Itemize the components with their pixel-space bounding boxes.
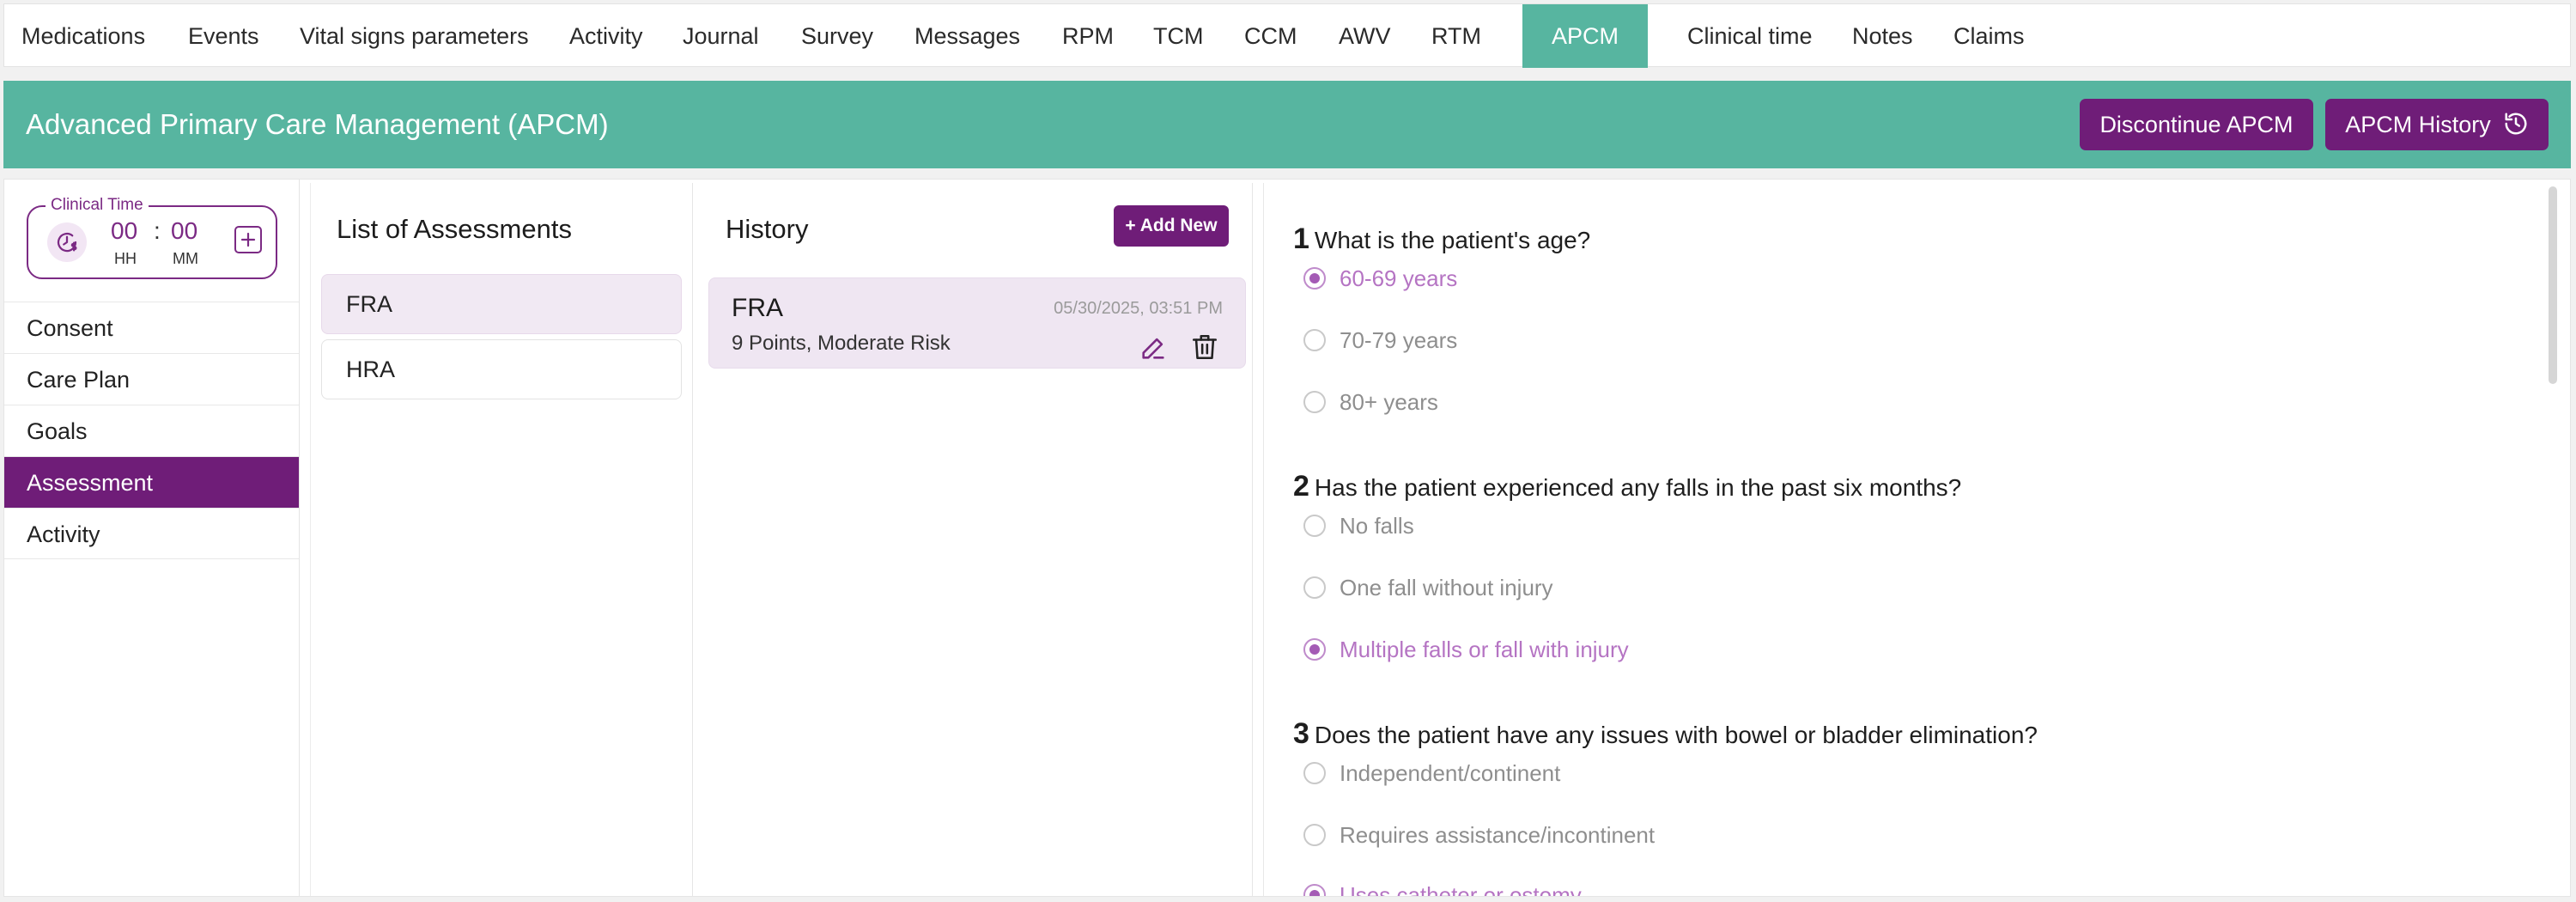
question-2: 2 Has the patient experienced any falls i… [1293,470,1961,503]
scrollbar[interactable] [2549,186,2557,384]
tab-awv[interactable]: AWV [1339,4,1391,68]
tab-vital-signs-parameters[interactable]: Vital signs parameters [300,4,529,68]
tab-apcm[interactable]: APCM [1522,4,1648,68]
questionnaire-panel: 1 What is the patient's age? 60-69 years … [1263,183,2568,896]
history-title: History [726,214,809,244]
apcm-history-button[interactable]: APCM History [2325,99,2549,150]
plus-icon [240,232,256,247]
page-title: Advanced Primary Care Management (APCM) [26,108,609,140]
sidebar-item-consent[interactable]: Consent [4,302,299,353]
assessment-item-fra[interactable]: FRA [321,274,682,334]
option-no-falls[interactable]: No falls [1303,513,1414,539]
tab-notes[interactable]: Notes [1852,4,1913,68]
tab-messages[interactable]: Messages [914,4,1020,68]
history-entry-summary: 9 Points, Moderate Risk [732,332,951,355]
clinical-time-separator: : [154,217,161,244]
history-icon [2505,113,2527,135]
question-text: Has the patient experienced any falls in… [1314,474,1962,501]
history-entry-name: FRA [732,294,783,322]
option-label: Requires assistance/incontinent [1340,822,1656,848]
tab-events[interactable]: Events [188,4,259,68]
history-entry-date: 05/30/2025, 03:51 PM [1054,299,1223,318]
minutes-unit-label: MM [173,250,198,267]
discontinue-apcm-label: Discontinue APCM [2099,112,2293,137]
tab-activity[interactable]: Activity [569,4,643,68]
option-label: Independent/continent [1340,760,1561,786]
option-80-plus-years[interactable]: 80+ years [1303,389,1438,416]
option-label: Multiple falls or fall with injury [1340,637,1629,662]
add-time-button[interactable] [234,226,262,253]
sidebar-item-care-plan[interactable]: Care Plan [4,353,299,405]
timer-dollar-icon[interactable] [47,222,87,262]
tab-clinical-time[interactable]: Clinical time [1687,4,1813,68]
add-new-button[interactable]: + Add New [1114,205,1229,247]
edit-icon[interactable] [1139,333,1168,363]
sidebar-item-goals[interactable]: Goals [4,405,299,456]
clinical-time-legend: Clinical Time [46,196,149,215]
sidebar-item-assessment[interactable]: Assessment [4,456,299,508]
radio-selected [1303,883,1326,896]
discontinue-apcm-button[interactable]: Discontinue APCM [2080,99,2313,150]
option-requires-assistance[interactable]: Requires assistance/incontinent [1303,822,1655,849]
clinical-time-minutes: 00 [171,217,198,244]
main-content: Clinical Time 00 : 00 HH MM Consent Care… [3,179,2571,897]
option-multiple-falls[interactable]: Multiple falls or fall with injury [1303,637,1629,663]
option-label: 80+ years [1340,389,1438,415]
tab-medications[interactable]: Medications [21,4,145,68]
assessment-list-panel: List of Assessments FRA HRA [310,183,693,896]
radio-unselected [1303,761,1326,784]
radio-selected [1303,266,1326,289]
radio-unselected [1303,390,1326,413]
option-label: No falls [1340,513,1414,539]
option-label: 60-69 years [1340,265,1458,291]
radio-unselected [1303,576,1326,599]
clinical-time-widget: Clinical Time 00 : 00 HH MM [27,196,277,279]
option-uses-catheter-or-ostomy[interactable]: Uses catheter or ostomy [1303,882,1582,896]
sidebar-item-activity[interactable]: Activity [4,508,299,559]
tab-rtm[interactable]: RTM [1431,4,1481,68]
sidebar: Clinical Time 00 : 00 HH MM Consent Care… [4,180,300,896]
question-text: What is the patient's age? [1314,227,1591,253]
trash-icon[interactable] [1190,332,1219,363]
option-independent-continent[interactable]: Independent/continent [1303,760,1560,787]
assessment-list-title: List of Assessments [337,214,572,244]
history-panel: History + Add New FRA 05/30/2025, 03:51 … [702,183,1253,896]
top-nav: Medications Events Vital signs parameter… [3,3,2571,68]
question-number: 1 [1293,222,1309,255]
question-text: Does the patient have any issues with bo… [1314,722,2038,748]
question-number: 3 [1293,717,1309,750]
question-1: 1 What is the patient's age? [1293,222,1590,256]
option-70-79-years[interactable]: 70-79 years [1303,327,1457,354]
option-label: 70-79 years [1340,327,1458,353]
tab-rpm[interactable]: RPM [1062,4,1114,68]
tab-journal[interactable]: Journal [683,4,759,68]
tab-survey[interactable]: Survey [801,4,873,68]
option-label: One fall without injury [1340,575,1553,600]
tab-ccm[interactable]: CCM [1244,4,1297,68]
question-3: 3 Does the patient have any issues with b… [1293,717,2038,751]
tab-claims[interactable]: Claims [1953,4,2025,68]
radio-unselected [1303,823,1326,846]
radio-unselected [1303,328,1326,351]
radio-unselected [1303,514,1326,537]
radio-selected [1303,637,1326,661]
apcm-history-label: APCM History [2345,112,2491,137]
page-header: Advanced Primary Care Management (APCM) … [3,81,2571,168]
hours-unit-label: HH [114,250,137,267]
option-label: Uses catheter or ostomy [1340,882,1582,896]
history-entry[interactable]: FRA 05/30/2025, 03:51 PM 9 Points, Moder… [708,277,1246,369]
question-number: 2 [1293,470,1309,503]
tab-tcm[interactable]: TCM [1153,4,1203,68]
assessment-item-hra[interactable]: HRA [321,339,682,399]
option-60-69-years[interactable]: 60-69 years [1303,265,1457,292]
option-one-fall-without-injury[interactable]: One fall without injury [1303,575,1553,601]
clinical-time-hours: 00 [111,217,138,244]
